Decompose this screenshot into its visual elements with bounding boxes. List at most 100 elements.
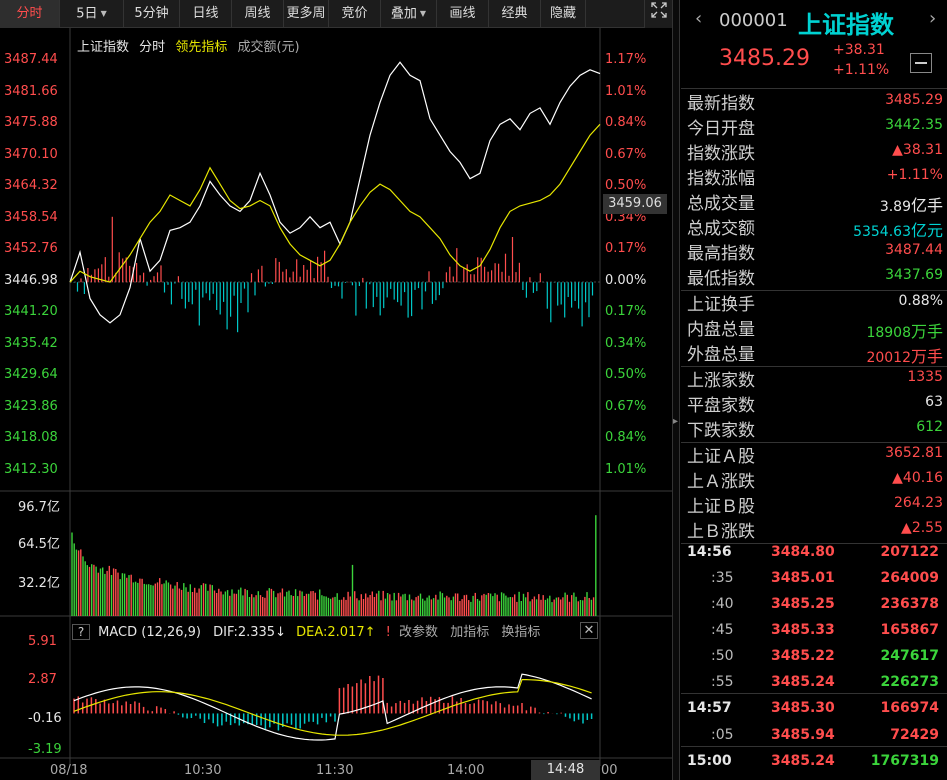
toolbar-tab-8[interactable]: 画线 bbox=[437, 0, 489, 28]
macd-switch-indicator-button[interactable]: 换指标 bbox=[501, 625, 540, 640]
toolbar-tab-3[interactable]: 日线 bbox=[180, 0, 232, 28]
quote-field-row: 平盘家数 63 bbox=[687, 391, 943, 416]
quote-field-value: 3442.35 bbox=[885, 117, 943, 133]
tick-row: 14:56 3484.80 207122 bbox=[681, 540, 947, 566]
close-icon[interactable]: ✕ bbox=[580, 622, 598, 639]
quote-field-label: 上Ｂ涨跌 bbox=[687, 522, 755, 542]
price-tick-label: 3470.10 bbox=[4, 146, 58, 162]
macd-dif-arrow: ↓ bbox=[275, 625, 286, 640]
macd-params-button[interactable]: 改参数 bbox=[399, 625, 438, 640]
stock-name: 上证指数 bbox=[798, 11, 894, 39]
intraday-chart-panel[interactable]: 上证指数 分时 领先指标 成交额(元) 3487.44 3481.66 3475.8… bbox=[0, 28, 672, 780]
quote-field-number: 1335 bbox=[907, 369, 943, 385]
dropdown-caret-icon: ▼ bbox=[100, 9, 107, 18]
tick-volume: 236378 bbox=[880, 596, 939, 612]
toolbar-tab-2[interactable]: 5分钟 bbox=[124, 0, 180, 28]
price-tick-label: 3441.20 bbox=[4, 304, 58, 319]
tick-row: :45 3485.33 165867 bbox=[681, 618, 947, 644]
quote-field-row: 上Ｂ涨跌 ▲2.55 bbox=[687, 517, 943, 542]
quote-field-row: 上Ａ涨跌 ▲40.16 bbox=[687, 467, 943, 492]
tick-time: 15:00 bbox=[687, 753, 732, 769]
macd-help-button[interactable]: ? bbox=[72, 624, 90, 640]
toolbar-tab-label: 隐藏 bbox=[549, 6, 576, 21]
toolbar-tab-0[interactable]: 分时 bbox=[0, 0, 60, 28]
toolbar-tab-label: 经典 bbox=[501, 6, 528, 21]
quote-field-label: 上证Ａ股 bbox=[687, 447, 755, 467]
tick-price: 3485.25 bbox=[771, 596, 835, 612]
macd-dif: DIF:2.335 bbox=[213, 625, 276, 640]
quote-field-value: 20012万手 bbox=[866, 343, 943, 367]
quote-field-value: 612 bbox=[916, 419, 943, 435]
toolbar-tab-7[interactable]: 叠加 ▼ bbox=[381, 0, 437, 28]
panel-splitter[interactable]: ▸ bbox=[672, 0, 680, 780]
legend-fenshi: 分时 bbox=[139, 40, 166, 55]
quote-field-row: 指数涨幅 +1.11% bbox=[687, 164, 943, 189]
macd-add-indicator-button[interactable]: 加指标 bbox=[450, 625, 489, 640]
price-tick-label: 3418.08 bbox=[4, 430, 58, 445]
quote-field-label: 内盘总量 bbox=[687, 320, 755, 340]
price-tick-label: 3446.98 bbox=[4, 272, 58, 288]
quote-field-value: 3652.81 bbox=[885, 445, 943, 461]
quote-field-label: 指数涨跌 bbox=[687, 144, 755, 164]
macd-header: ? MACD (12,26,9) DIF:2.335↓ DEA:2.017↑ !… bbox=[72, 621, 600, 641]
macd-dea: DEA:2.017 bbox=[296, 625, 365, 640]
price-tick-label: 3464.32 bbox=[4, 178, 58, 193]
quote-field-value: 3485.29 bbox=[885, 92, 943, 108]
price-tick-label: 3412.30 bbox=[4, 461, 58, 477]
tick-volume: 207122 bbox=[880, 544, 939, 560]
quote-field-value: 3437.69 bbox=[885, 267, 943, 283]
intraday-chart[interactable] bbox=[0, 28, 672, 780]
toolbar-tab-label: 竞价 bbox=[341, 6, 368, 21]
pct-tick-label: 0.00% bbox=[605, 272, 647, 288]
toolbar-tab-6[interactable]: 竞价 bbox=[329, 0, 381, 28]
quote-field-label: 上涨家数 bbox=[687, 371, 755, 391]
quote-field-number: 63 bbox=[925, 394, 943, 410]
price-tick-label: 3481.66 bbox=[4, 83, 58, 99]
pct-tick-label: 1.17% bbox=[605, 52, 647, 67]
tick-volume: 72429 bbox=[890, 727, 939, 743]
quote-field-label: 上证Ｂ股 bbox=[687, 497, 755, 517]
time-tick-label: 11:30 bbox=[316, 763, 354, 778]
price-tick-label: 3487.44 bbox=[4, 52, 58, 67]
quote-field-number: 3437.69 bbox=[885, 267, 943, 283]
toolbar-tab-label: 周线 bbox=[244, 6, 271, 21]
collapse-arrow-icon[interactable]: ▸ bbox=[673, 416, 679, 427]
quote-field-label: 最新指数 bbox=[687, 94, 755, 114]
tick-volume: 166974 bbox=[880, 700, 939, 716]
prev-stock-icon[interactable]: ‹ bbox=[695, 8, 702, 29]
quote-field-label: 下跌家数 bbox=[687, 421, 755, 441]
pct-tick-label: 0.84% bbox=[605, 115, 647, 130]
tick-row: :053485.463640598 bbox=[681, 776, 947, 780]
next-stock-icon[interactable]: › bbox=[929, 8, 936, 29]
expand-icon[interactable] bbox=[644, 0, 672, 28]
toolbar-tab-5[interactable]: 更多周 bbox=[284, 0, 329, 28]
tick-time: 14:56 bbox=[687, 544, 732, 560]
pct-tick-label: 0.67% bbox=[605, 398, 647, 414]
toolbar-tab-10[interactable]: 隐藏 bbox=[541, 0, 586, 28]
macd-tick-label: 5.91 bbox=[28, 634, 57, 649]
toolbar-tab-1[interactable]: 5日 ▼ bbox=[60, 0, 124, 28]
toolbar-tab-9[interactable]: 经典 bbox=[489, 0, 541, 28]
toolbar-tab-4[interactable]: 周线 bbox=[232, 0, 284, 28]
tick-row: :40 3485.25 236378 bbox=[681, 592, 947, 618]
quote-field-number: 18908 bbox=[866, 325, 911, 341]
pct-tick-label: 0.17% bbox=[605, 241, 647, 256]
quote-field-number: 612 bbox=[916, 419, 943, 435]
time-tick-label: 14:00 bbox=[447, 763, 485, 778]
quote-field-value: 5354.63亿元 bbox=[853, 217, 943, 241]
quote-field-value: ▲2.55 bbox=[901, 520, 943, 536]
pct-tick-label: 0.50% bbox=[605, 178, 647, 193]
pct-tick-label: 0.50% bbox=[605, 367, 647, 382]
quote-field-label: 上Ａ涨跌 bbox=[687, 472, 755, 492]
divider bbox=[681, 746, 947, 747]
quote-panel: ‹ 000001 上证指数 › 3485.29 +38.31 +1.11% 最新… bbox=[681, 0, 947, 780]
quote-field-row: 指数涨跌 ▲38.31 bbox=[687, 139, 943, 164]
pct-tick-label: 1.01% bbox=[605, 83, 647, 99]
quote-field-row: 总成交额 5354.63亿元 bbox=[687, 214, 943, 241]
volume-tick-label: 64.5亿 bbox=[18, 537, 60, 552]
macd-dea-arrow: ↑ bbox=[364, 625, 376, 640]
quote-field-unit: 亿元 bbox=[910, 221, 943, 240]
minimize-button[interactable] bbox=[910, 53, 932, 73]
quote-field-label: 上证换手 bbox=[687, 295, 755, 315]
toolbar-tab-label: 更多周 bbox=[286, 6, 326, 21]
